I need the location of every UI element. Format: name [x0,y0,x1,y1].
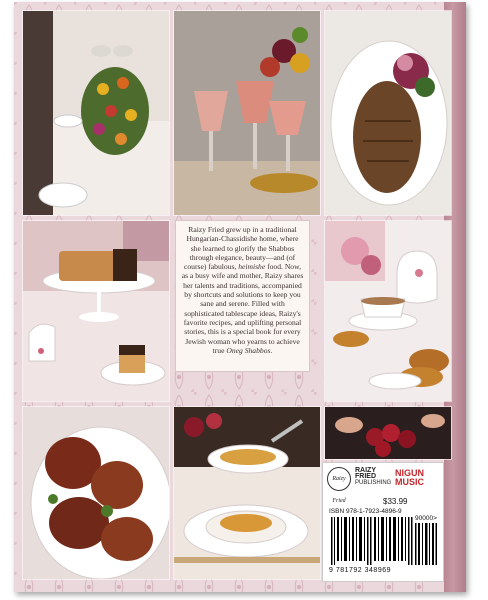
blurb-italic-word: heimishe [238,262,266,272]
book-back-cover: Raizy Fried grew up in a traditional Hun… [14,2,466,592]
publisher-name: RAIZY FRIED [355,467,376,480]
photo-table-setting-flowers [22,10,170,216]
photo-roasted-chicken [22,406,170,580]
photo-marble-cake [22,220,170,402]
publisher-logos: Raizy Fried RAIZY FRIED PUBLISHING NIGUN… [327,467,441,504]
barcode-supplement-label: 90000> [415,515,437,522]
barcode-panel: Raizy Fried RAIZY FRIED PUBLISHING NIGUN… [322,462,444,582]
isbn-label: ISBN 978-1-7923-4896-9 [329,508,402,515]
photo-meatloaf-platter [324,10,452,216]
publisher-sub: PUBLISHING [355,480,392,486]
raizy-badge-logo: Raizy Fried [327,467,351,504]
barcode-supplement [415,523,437,565]
raizy-badge-text: Raizy Fried [332,476,346,504]
photo-soup-place-setting [173,406,321,580]
blurb-italic-end: Oneg Shabbos. [226,345,273,355]
publisher-logo: RAIZY FRIED PUBLISHING [355,467,392,492]
photo-roses-hands [324,406,452,460]
ean-digits: 9 781792 348969 [329,567,391,574]
blurb-text-part-2: food. Now, as a busy wife and mother, Ra… [181,262,304,355]
photo-tea-and-croissants [324,220,452,402]
photo-dessert-glasses [173,10,321,216]
nigun-music-logo: NIGUN MUSIC [395,469,441,491]
blurb-panel: Raizy Fried grew up in a traditional Hun… [175,220,310,372]
music-text: MUSIC [395,477,424,487]
blurb-text: Raizy Fried grew up in a traditional Hun… [181,225,304,355]
price-label: $33.99 [383,497,408,506]
barcode-main [331,517,413,565]
